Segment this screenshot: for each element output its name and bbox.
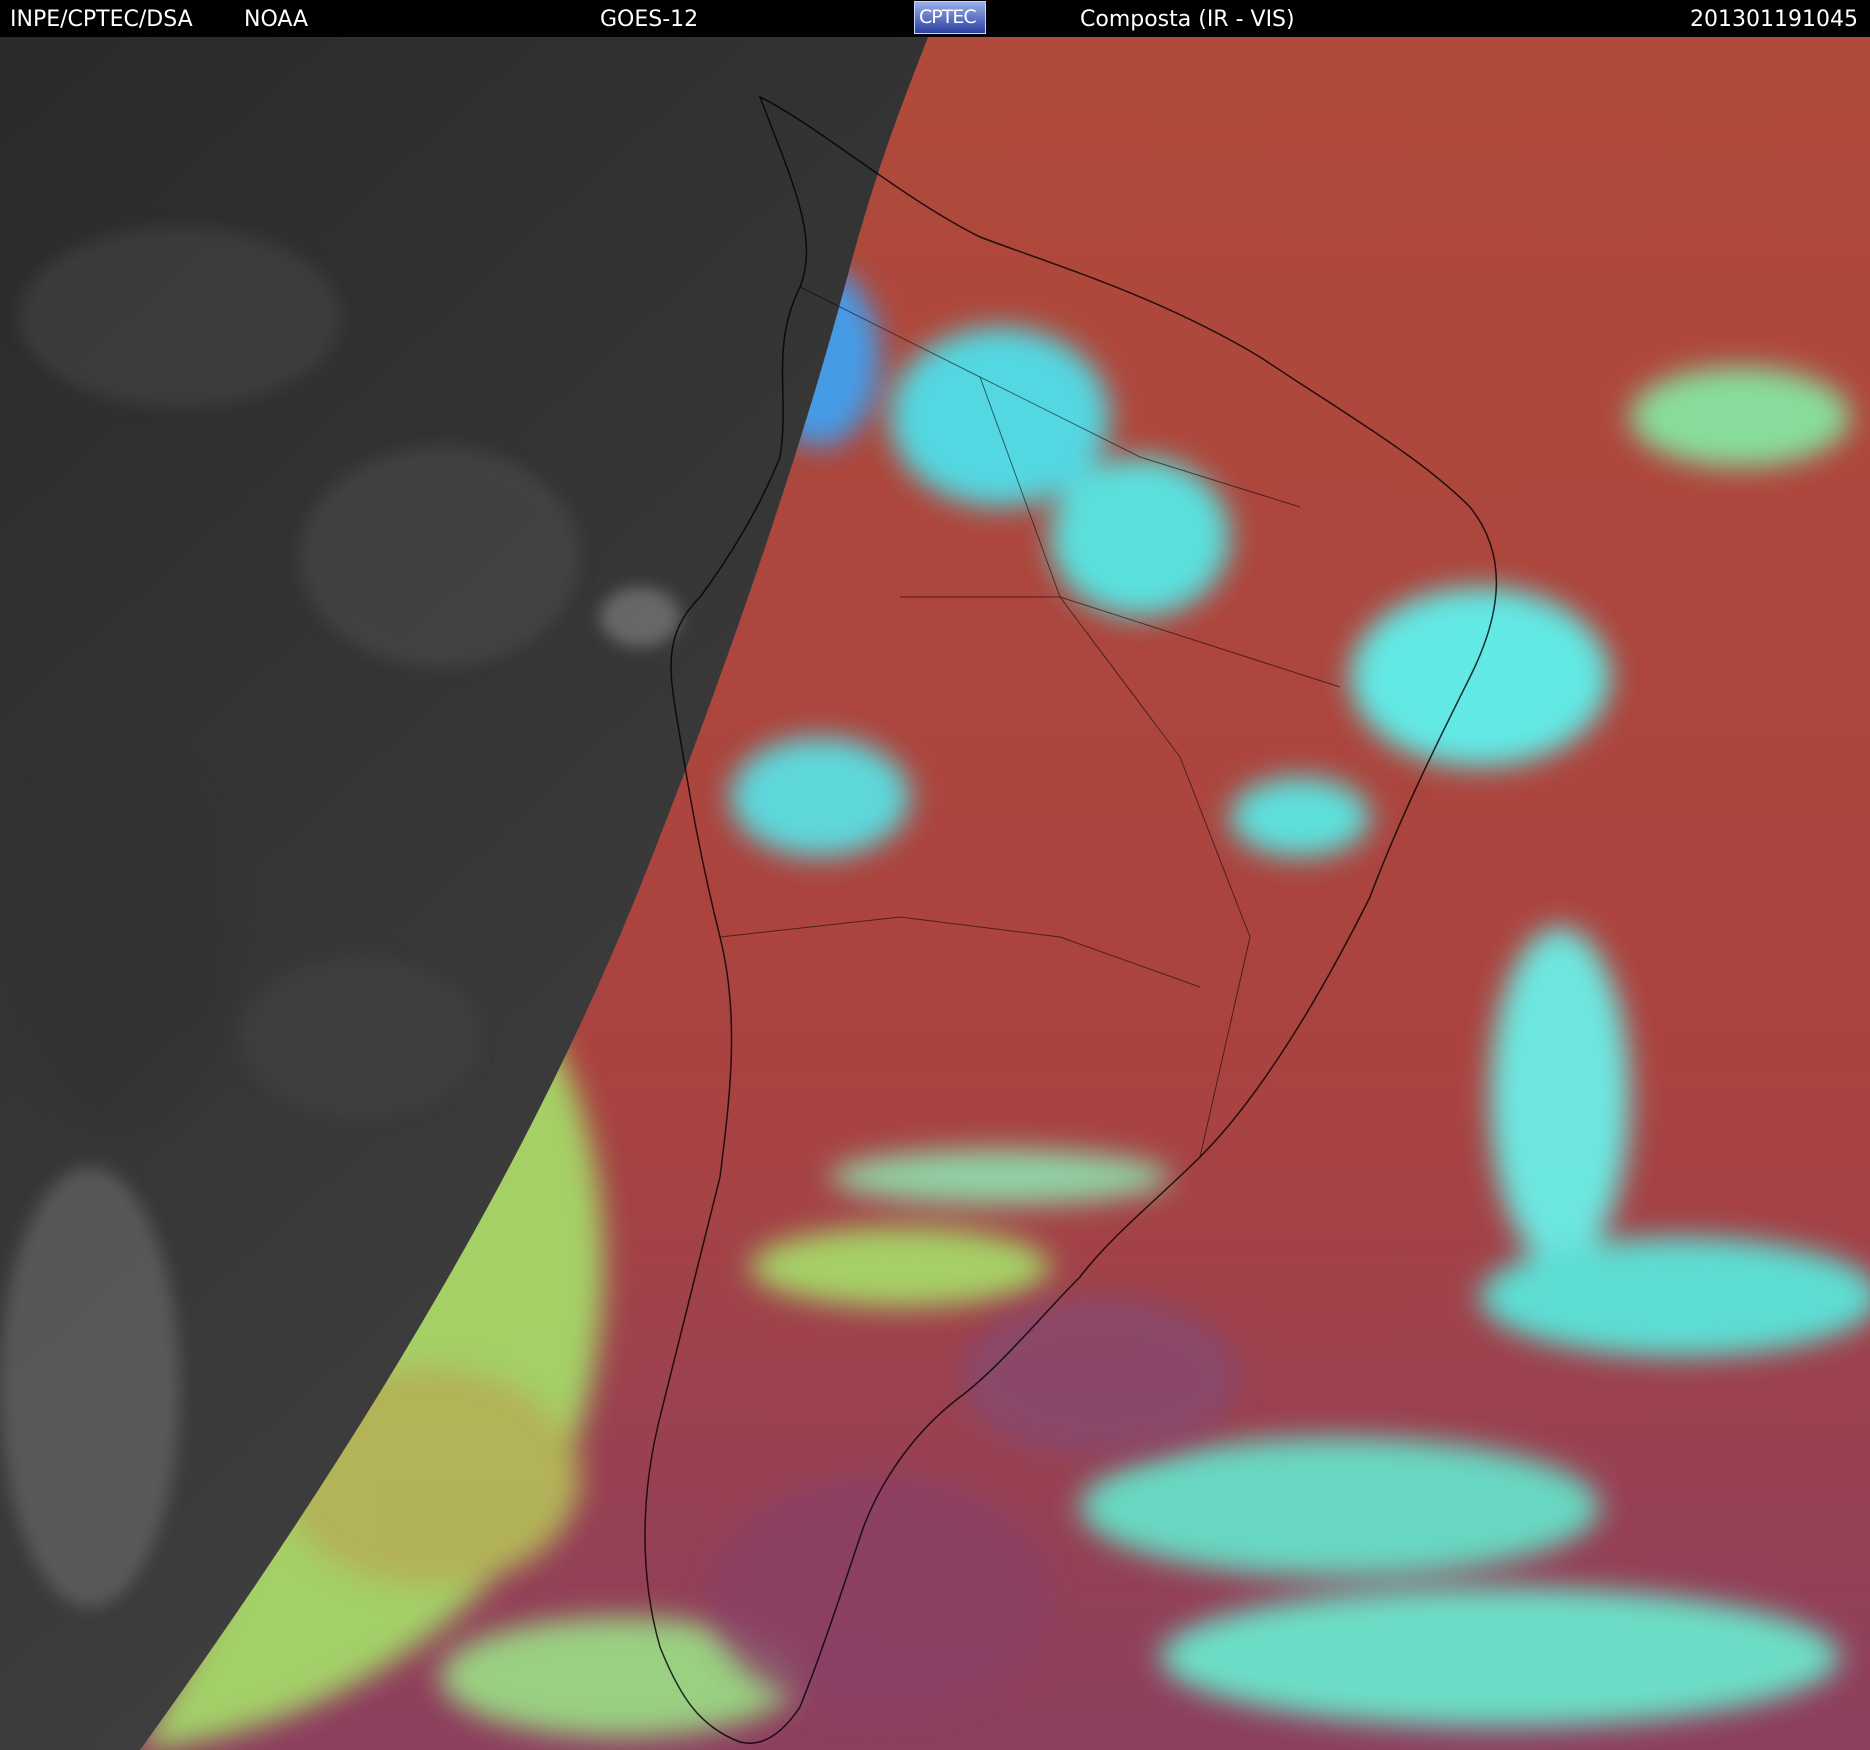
- satellite-composite-image: [0, 37, 1870, 1750]
- product-label: Composta (IR - VIS): [1080, 7, 1295, 32]
- agency-label: NOAA: [244, 7, 309, 32]
- cptec-logo-text: CPTEC: [919, 6, 977, 28]
- cptec-logo: CPTEC: [914, 1, 986, 34]
- satellite-label: GOES-12: [600, 7, 699, 32]
- image-header: INPE/CPTEC/DSA NOAA GOES-12 CPTEC Compos…: [0, 0, 1870, 37]
- source-label: INPE/CPTEC/DSA: [10, 7, 193, 32]
- timestamp-label: 201301191045: [1690, 7, 1858, 32]
